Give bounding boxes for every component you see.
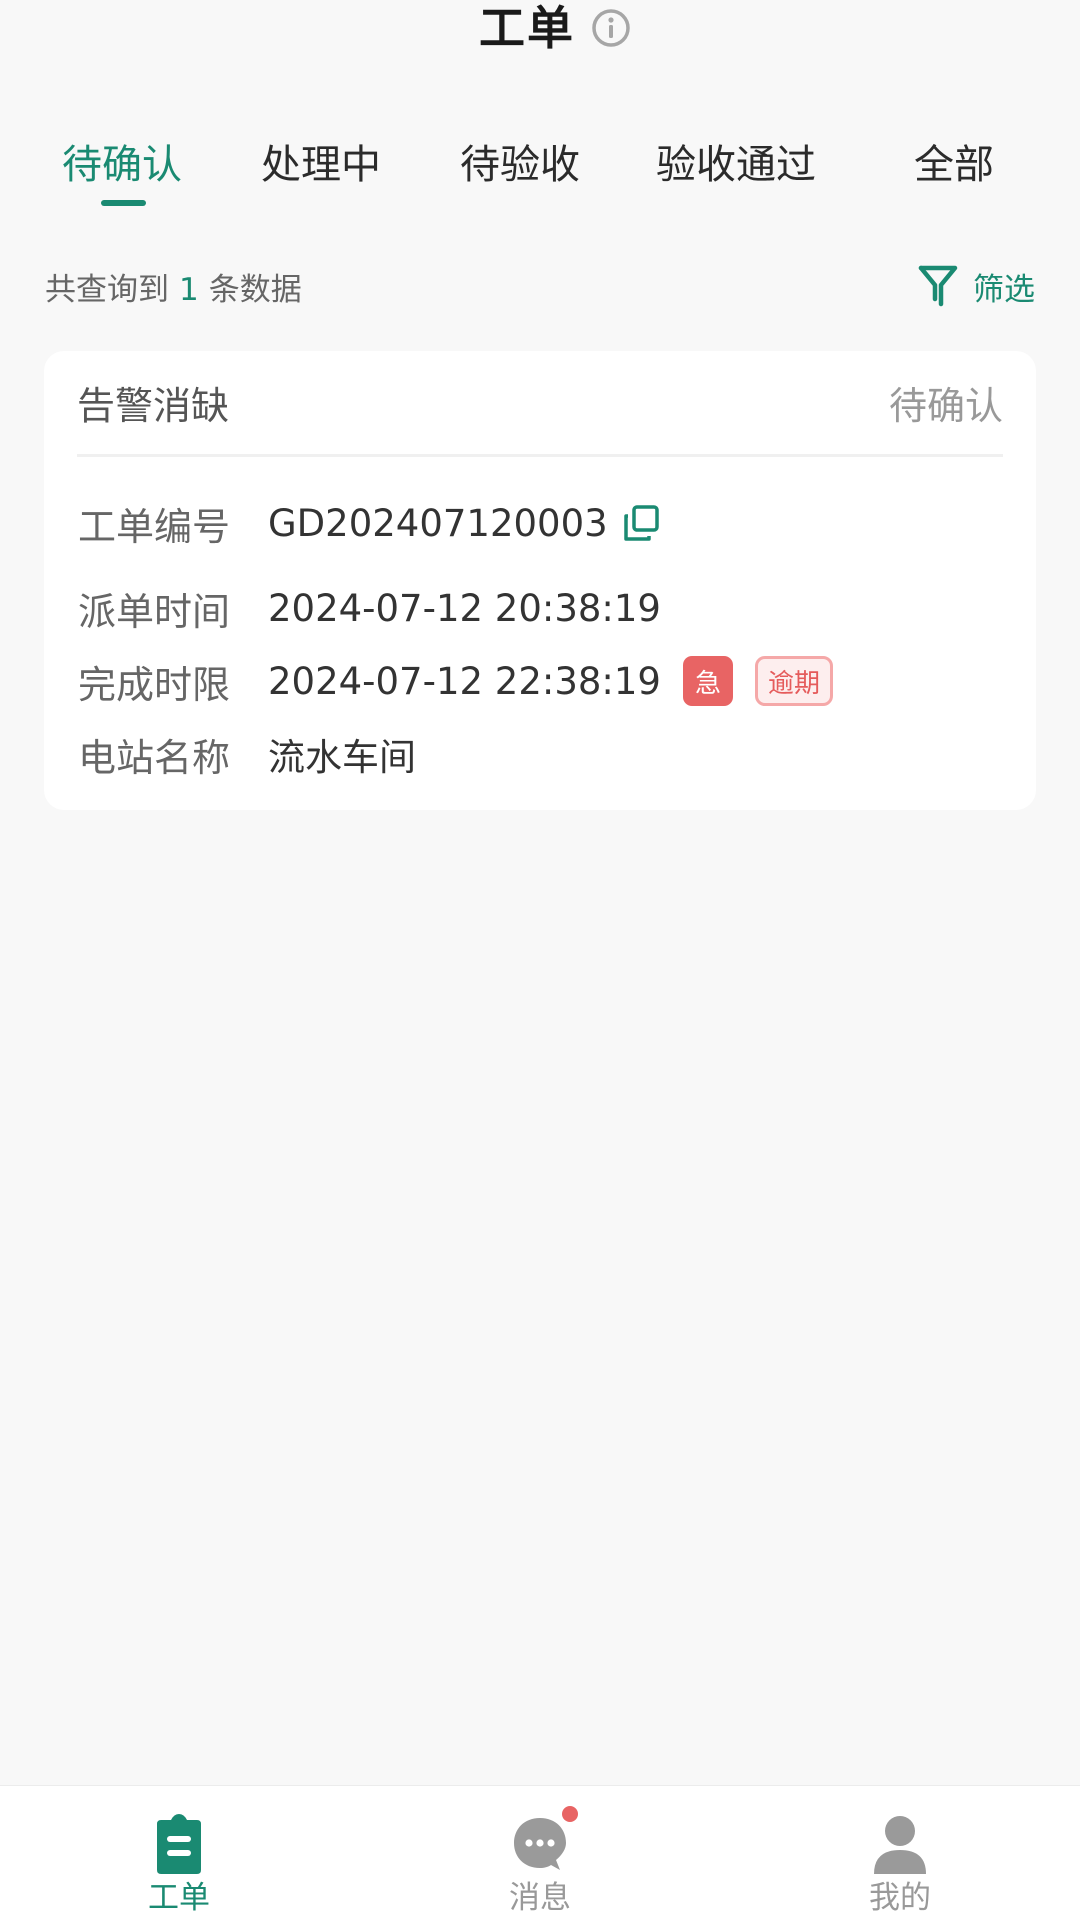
result-count-prefix: 共查询到: [45, 271, 169, 308]
tab-accepted[interactable]: 验收通过: [656, 140, 816, 190]
info-circle-icon[interactable]: [591, 8, 631, 48]
dispatch-time-value: 2024-07-12 20:38:19: [268, 586, 661, 630]
deadline-row: 完成时限 2024-07-12 22:38:19 急 逾期: [78, 656, 833, 707]
tab-pending-confirm[interactable]: 待确认: [62, 140, 182, 190]
deadline-value: 2024-07-12 22:38:19: [268, 659, 661, 703]
station-row: 电站名称 流水车间: [78, 729, 416, 780]
order-number-row: 工单编号 GD202407120003: [78, 498, 660, 549]
tab-pending-acceptance[interactable]: 待验收: [460, 140, 580, 190]
result-count-text: 共查询到 1 条数据: [45, 264, 302, 309]
station-label: 电站名称: [78, 735, 231, 780]
overdue-badge: 逾期: [754, 656, 833, 706]
station-value: 流水车间: [268, 736, 416, 779]
user-icon: [874, 1816, 926, 1874]
filter-label: 筛选: [973, 271, 1035, 308]
card-header: 告警消缺 待确认: [77, 351, 1003, 457]
copy-icon[interactable]: [622, 504, 660, 542]
result-count: 1: [179, 271, 199, 308]
nav-item-messages[interactable]: 消息: [440, 1786, 640, 1920]
result-count-suffix: 条数据: [208, 271, 302, 308]
tab-all[interactable]: 全部: [914, 140, 994, 190]
dispatch-time-row: 派单时间 2024-07-12 20:38:19: [78, 583, 661, 634]
status-tabs: 待确认 处理中 待验收 验收通过 全部: [0, 130, 1080, 210]
work-order-status: 待确认: [888, 384, 1003, 428]
nav-label-profile: 我的: [869, 1880, 931, 1916]
summary-row: 共查询到 1 条数据 筛选: [45, 262, 1035, 310]
active-tab-indicator: [101, 200, 146, 206]
work-order-card[interactable]: 告警消缺 待确认 工单编号 GD202407120003 派单时间 2024-0…: [44, 351, 1036, 810]
bottom-nav: 工单 消息 我的: [0, 1785, 1080, 1920]
urgent-badge: 急: [682, 656, 733, 706]
nav-item-work-orders[interactable]: 工单: [79, 1786, 279, 1920]
order-number-label: 工单编号: [78, 504, 231, 549]
clipboard-icon: [157, 1814, 201, 1874]
filter-button[interactable]: 筛选: [917, 263, 1035, 309]
unread-dot: [562, 1806, 578, 1822]
chat-bubble-icon-wrap: [508, 1806, 578, 1876]
tab-processing[interactable]: 处理中: [261, 140, 381, 190]
work-order-type: 告警消缺: [77, 384, 230, 428]
deadline-label: 完成时限: [78, 662, 231, 707]
nav-item-profile[interactable]: 我的: [800, 1786, 1000, 1920]
order-number-value: GD202407120003: [268, 501, 608, 545]
header: 工单: [0, 0, 1080, 60]
filter-funnel-icon: [918, 265, 958, 307]
dispatch-time-label: 派单时间: [78, 589, 231, 634]
nav-label-messages: 消息: [509, 1880, 571, 1916]
chat-bubble-icon: [514, 1818, 566, 1870]
nav-label-work-orders: 工单: [148, 1880, 210, 1916]
page-title: 工单: [479, 1, 575, 55]
